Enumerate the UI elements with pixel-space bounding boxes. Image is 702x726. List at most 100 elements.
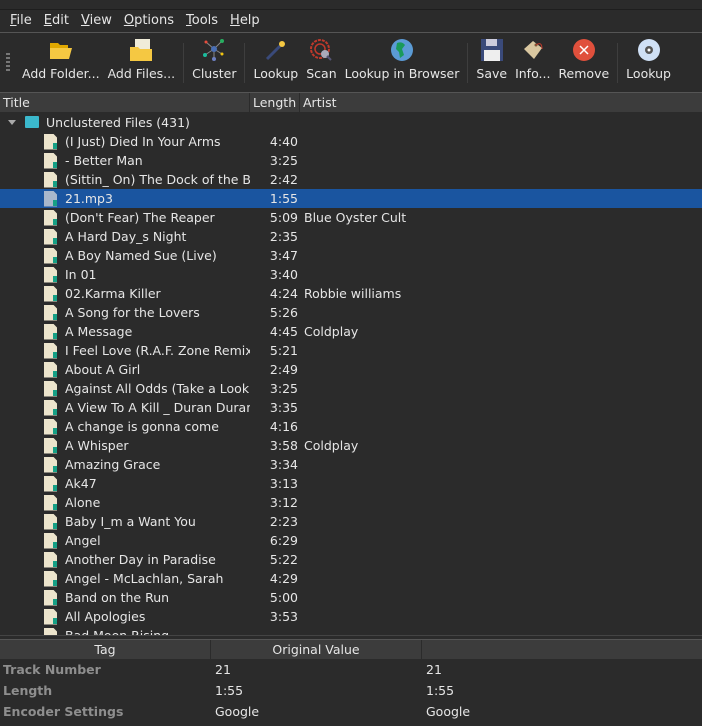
file-length: 2:42 <box>269 172 298 187</box>
file-title: Band on the Run <box>65 590 170 605</box>
lookup-cd-button[interactable]: Lookup <box>622 33 675 81</box>
toolbar: Add Folder... Add Files... Cluster Looku… <box>0 32 702 90</box>
file-title: All Apologies <box>65 609 146 624</box>
file-row[interactable]: - Better Man 3:25 <box>0 151 702 170</box>
menu-view[interactable]: View <box>75 13 118 28</box>
metadata-row[interactable]: Track Number 21 21 <box>0 659 702 680</box>
file-row[interactable]: Baby I_m a Want You 2:23 <box>0 512 702 531</box>
audio-file-icon <box>44 133 57 150</box>
file-length: 3:47 <box>269 248 298 263</box>
new-value[interactable]: Google <box>426 704 470 719</box>
file-length: 4:16 <box>269 419 298 434</box>
file-row[interactable]: (Sittin_ On) The Dock of the B... 2:42 <box>0 170 702 189</box>
file-row[interactable]: (I Just) Died In Your Arms 4:40 <box>0 132 702 151</box>
metadata-row[interactable]: Length 1:55 1:55 <box>0 680 702 701</box>
file-row[interactable]: I Feel Love (R.A.F. Zone Remix)... 5:21 <box>0 341 702 360</box>
cluster-label: Cluster <box>192 66 237 81</box>
file-row[interactable]: A Whisper 3:58 Coldplay <box>0 436 702 455</box>
file-row[interactable]: A Message 4:45 Coldplay <box>0 322 702 341</box>
file-row[interactable]: Ak47 3:13 <box>0 474 702 493</box>
column-length[interactable]: Length <box>250 93 300 112</box>
cluster-button[interactable]: Cluster <box>188 33 240 81</box>
menu-file[interactable]: File <box>4 13 38 28</box>
file-title: In 01 <box>65 267 97 282</box>
file-row[interactable]: A Hard Day_s Night 2:35 <box>0 227 702 246</box>
remove-button[interactable]: Remove <box>554 33 613 81</box>
file-length: 4:24 <box>269 286 298 301</box>
file-row[interactable]: All Apologies 3:53 <box>0 607 702 626</box>
menu-edit[interactable]: Edit <box>38 13 75 28</box>
audio-file-icon <box>44 342 57 359</box>
file-title: About A Girl <box>65 362 141 377</box>
metadata-row[interactable]: Encoder Settings Google Google <box>0 701 702 722</box>
file-row[interactable]: Another Day in Paradise 5:22 <box>0 550 702 569</box>
column-artist[interactable]: Artist <box>300 93 702 112</box>
file-row[interactable]: Angel 6:29 <box>0 531 702 550</box>
menu-options[interactable]: Options <box>118 13 180 28</box>
original-value: 1:55 <box>215 683 244 698</box>
save-button[interactable]: Save <box>472 33 511 81</box>
file-artist: Coldplay <box>304 324 359 339</box>
file-title: Bad Moon Rising <box>65 628 170 636</box>
file-row[interactable]: Alone 3:12 <box>0 493 702 512</box>
file-artist: Robbie williams <box>304 286 402 301</box>
file-length: 4:40 <box>269 134 298 149</box>
file-row[interactable]: Bad Moon Rising <box>0 626 702 636</box>
toolbar-grip[interactable] <box>6 53 10 71</box>
file-row[interactable]: A Boy Named Sue (Live) 3:47 <box>0 246 702 265</box>
audio-file-icon <box>44 247 57 264</box>
floppy-disk-icon <box>480 38 504 62</box>
save-label: Save <box>476 66 508 81</box>
remove-icon <box>572 38 596 62</box>
add-folder-button[interactable]: Add Folder... <box>18 33 104 81</box>
lookup-button[interactable]: Lookup <box>249 33 302 81</box>
file-row[interactable]: In 01 3:40 <box>0 265 702 284</box>
file-title: Against All Odds (Take a Look ... <box>65 381 250 396</box>
column-tag[interactable]: Tag <box>0 640 211 659</box>
file-length: 5:26 <box>269 305 298 320</box>
file-row[interactable]: (Don't Fear) The Reaper 5:09 Blue Oyster C… <box>0 208 702 227</box>
file-row[interactable]: 02.Karma Killer 4:24 Robbie williams <box>0 284 702 303</box>
file-artist: Coldplay <box>304 438 359 453</box>
audio-file-icon <box>44 551 57 568</box>
menu-tools[interactable]: Tools <box>180 13 224 28</box>
menu-help[interactable]: Help <box>224 13 266 28</box>
file-row[interactable]: Angel - McLachlan, Sarah 4:29 <box>0 569 702 588</box>
file-row[interactable]: Against All Odds (Take a Look ... 3:25 <box>0 379 702 398</box>
file-row[interactable]: 21.mp3 1:55 <box>0 189 702 208</box>
file-length: 5:22 <box>269 552 298 567</box>
file-row[interactable]: A change is gonna come 4:16 <box>0 417 702 436</box>
file-length: 5:21 <box>269 343 298 358</box>
lookup-in-browser-button[interactable]: Lookup in Browser <box>341 33 464 81</box>
column-new-value[interactable] <box>422 640 702 659</box>
file-row[interactable]: Amazing Grace 3:34 <box>0 455 702 474</box>
cluster-icon <box>202 38 226 62</box>
audio-file-icon <box>44 494 57 511</box>
file-row[interactable]: Band on the Run 5:00 <box>0 588 702 607</box>
expand-arrow-icon[interactable] <box>8 120 16 125</box>
cd-icon <box>637 38 661 62</box>
file-length: 1:55 <box>269 191 298 206</box>
toolbar-separator <box>617 43 619 83</box>
file-title: 21.mp3 <box>65 191 113 206</box>
file-length: 4:29 <box>269 571 298 586</box>
add-folder-label: Add Folder... <box>22 66 100 81</box>
file-list-header: Title Length Artist <box>0 92 702 112</box>
file-row[interactable]: A Song for the Lovers 5:26 <box>0 303 702 322</box>
scan-button[interactable]: Scan <box>302 33 340 81</box>
file-title: A Song for the Lovers <box>65 305 200 320</box>
info-button[interactable]: Info... <box>511 33 554 81</box>
file-length: 3:25 <box>269 153 298 168</box>
file-row[interactable]: About A Girl 2:49 <box>0 360 702 379</box>
new-value[interactable]: 21 <box>426 662 442 677</box>
column-original-value[interactable]: Original Value <box>211 640 422 659</box>
file-length: 3:53 <box>269 609 298 624</box>
column-title[interactable]: Title <box>0 93 250 112</box>
add-files-button[interactable]: Add Files... <box>104 33 180 81</box>
tag-name: Track Number <box>3 662 101 677</box>
lookup-cd-label: Lookup <box>626 66 671 81</box>
original-value: Google <box>215 704 260 719</box>
unclustered-files-group[interactable]: Unclustered Files (431) <box>0 113 702 132</box>
new-value[interactable]: 1:55 <box>426 683 454 698</box>
file-row[interactable]: A View To A Kill _ Duran Duran 3:35 <box>0 398 702 417</box>
